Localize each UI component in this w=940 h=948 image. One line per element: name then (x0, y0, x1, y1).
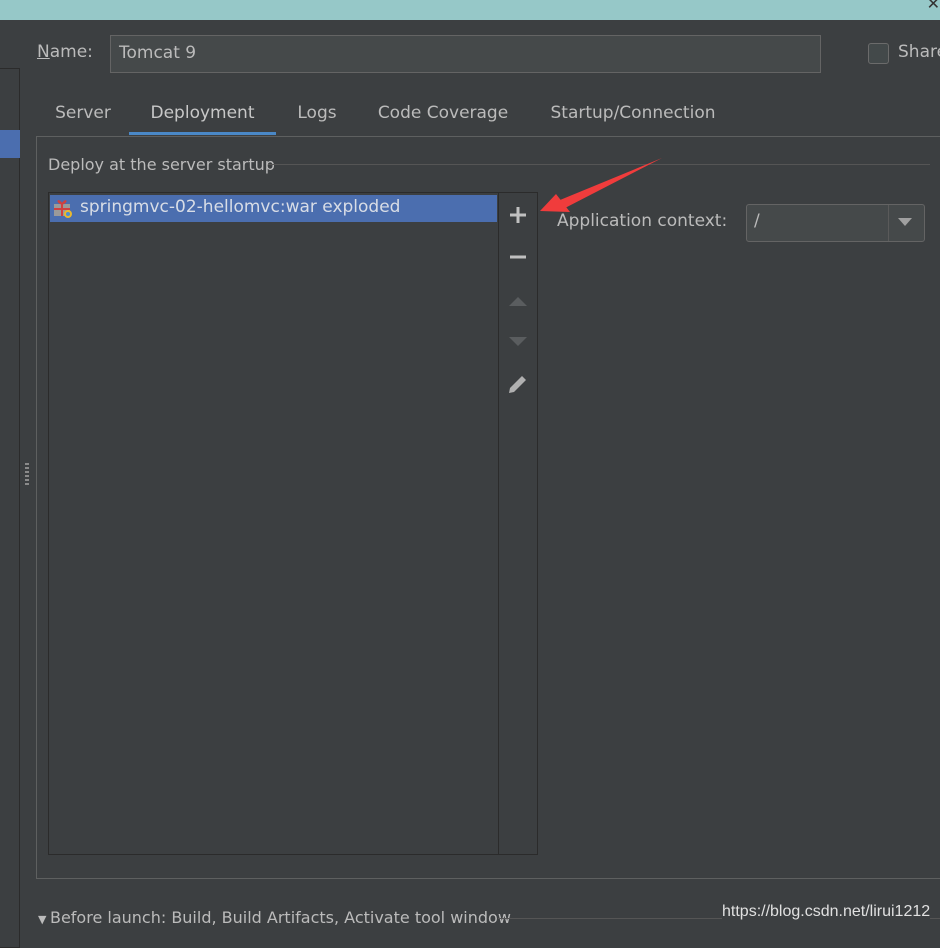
share-checkbox[interactable] (868, 43, 889, 64)
section-divider (268, 164, 930, 165)
add-icon[interactable] (505, 202, 531, 228)
watermark: https://blog.csdn.net/lirui1212 (722, 903, 931, 921)
window-title-bar (0, 0, 940, 20)
artifact-list-item[interactable]: springmvc-02-hellomvc:war exploded (50, 195, 497, 222)
artifact-list[interactable] (48, 192, 538, 855)
share-label: Share (898, 42, 940, 62)
deploy-section-title: Deploy at the server startup (48, 155, 275, 174)
remove-icon[interactable] (505, 244, 531, 270)
before-launch-label: Before launch: Build, Build Artifacts, A… (49, 908, 511, 927)
tab-startup-connection[interactable]: Startup/Connection (538, 101, 728, 135)
triangle-down-icon: ▼ (38, 913, 50, 926)
application-context-label: Application context: (557, 211, 728, 231)
application-context-value[interactable]: / (754, 211, 760, 231)
list-toolbar-divider (498, 193, 499, 854)
edit-pencil-icon[interactable] (505, 371, 531, 397)
war-artifact-icon (54, 200, 72, 218)
tab-logs[interactable]: Logs (287, 101, 347, 135)
combobox-divider (888, 205, 889, 241)
name-label: Name: (37, 42, 93, 62)
tab-deployment[interactable]: Deployment (129, 101, 276, 135)
name-input[interactable]: Tomcat 9 (110, 35, 821, 73)
before-launch-toggle[interactable]: ▼ Before launch: Build, Build Artifacts,… (38, 908, 511, 927)
move-down-icon[interactable] (505, 328, 531, 354)
close-icon[interactable]: ✕ (927, 0, 940, 13)
tab-server[interactable]: Server (47, 101, 119, 135)
configurations-tree-panel[interactable] (0, 68, 20, 948)
tab-code-coverage[interactable]: Code Coverage (368, 101, 518, 135)
selected-configuration-item[interactable] (0, 130, 20, 158)
chevron-down-icon[interactable] (898, 218, 912, 226)
move-up-icon[interactable] (505, 288, 531, 314)
splitter-handle[interactable] (25, 463, 29, 487)
